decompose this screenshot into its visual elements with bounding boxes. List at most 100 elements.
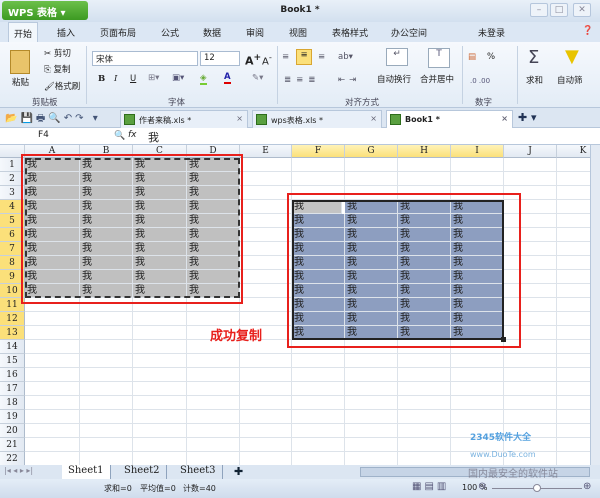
align-middle-icon[interactable]: ≡ [296, 49, 312, 65]
cell-E22[interactable] [240, 452, 292, 465]
cell-B20[interactable] [80, 424, 133, 438]
paste-icon[interactable] [10, 50, 30, 74]
cell-B19[interactable] [80, 410, 133, 424]
cell-C21[interactable] [133, 438, 187, 452]
cell-I19[interactable] [451, 410, 504, 424]
cell-B15[interactable] [80, 354, 133, 368]
cell-E18[interactable] [240, 396, 292, 410]
cell-I16[interactable] [451, 368, 504, 382]
tab-office-space[interactable]: 办公空间 [391, 26, 427, 39]
zoom-in-button[interactable]: ⊕ [583, 481, 591, 492]
help-icon[interactable]: ❓ [582, 26, 593, 36]
cell-H20[interactable] [398, 424, 451, 438]
close-button[interactable]: ✕ [573, 3, 591, 17]
cell-J2[interactable] [504, 172, 557, 186]
sheet-nav-arrows[interactable]: |◂ ◂ ▸ ▸| [4, 466, 33, 475]
cell-A16[interactable] [25, 368, 80, 382]
clear-format-icon[interactable]: ✎▾ [252, 73, 263, 83]
cell-A22[interactable] [25, 452, 80, 465]
copy-button[interactable]: ⎘ 复制 [44, 63, 71, 75]
cell-F22[interactable] [292, 452, 345, 465]
cell-H2[interactable] [398, 172, 451, 186]
font-color-icon[interactable]: A [224, 72, 231, 84]
row-header-15[interactable]: 15 [0, 354, 25, 368]
cell-C14[interactable] [133, 340, 187, 354]
cell-C17[interactable] [133, 382, 187, 396]
cell-G1[interactable] [345, 158, 398, 172]
name-box[interactable]: F4 [2, 130, 122, 143]
column-header-g[interactable]: G [345, 145, 398, 158]
cell-A20[interactable] [25, 424, 80, 438]
add-sheet-button[interactable]: ✚ [234, 465, 243, 478]
cell-E12[interactable] [240, 312, 292, 326]
cell-J19[interactable] [504, 410, 557, 424]
cell-C22[interactable] [133, 452, 187, 465]
cell-H19[interactable] [398, 410, 451, 424]
cell-F18[interactable] [292, 396, 345, 410]
sheet-tab-sheet1[interactable]: Sheet1 [62, 465, 111, 479]
row-header-21[interactable]: 21 [0, 438, 25, 452]
paste-button[interactable]: 粘贴 [12, 76, 29, 88]
percent-button[interactable]: % [487, 52, 495, 62]
cell-E17[interactable] [240, 382, 292, 396]
cell-D22[interactable] [187, 452, 240, 465]
close-tab-icon[interactable]: × [236, 114, 243, 123]
sum-button[interactable]: 求和 [526, 74, 543, 86]
row-header-14[interactable]: 14 [0, 340, 25, 354]
cell-B21[interactable] [80, 438, 133, 452]
minimize-button[interactable]: – [530, 3, 548, 17]
zoom-formula-icon[interactable]: 🔍 [114, 131, 125, 141]
indent-icons[interactable]: ⇤⇥ [338, 75, 360, 85]
cut-button[interactable]: ✂ 剪切 [44, 47, 71, 59]
cell-I17[interactable] [451, 382, 504, 396]
decimal-icons[interactable]: .0 .00 [470, 77, 490, 85]
cell-E2[interactable] [240, 172, 292, 186]
row-header-20[interactable]: 20 [0, 424, 25, 438]
tab-view[interactable]: 视图 [289, 26, 307, 39]
cell-C12[interactable] [133, 312, 187, 326]
cell-G18[interactable] [345, 396, 398, 410]
sheet-tab-sheet2[interactable]: Sheet2 [118, 465, 167, 479]
cell-G20[interactable] [345, 424, 398, 438]
border-icon[interactable]: ⊞▾ [148, 73, 159, 83]
format-painter-button[interactable]: 🖌格式刷 [44, 80, 80, 92]
cell-F1[interactable] [292, 158, 345, 172]
cell-C19[interactable] [133, 410, 187, 424]
column-header-j[interactable]: J [504, 145, 557, 158]
fill-style-icon[interactable]: ▣▾ [172, 73, 184, 83]
doc-tab-active[interactable]: Book1 * × [386, 110, 513, 128]
login-link[interactable]: 未登录 [478, 26, 505, 39]
font-name-select[interactable]: 宋体 [92, 51, 198, 66]
cell-E3[interactable] [240, 186, 292, 200]
cell-D12[interactable] [187, 312, 240, 326]
quick-access-toolbar[interactable]: 📂💾🖶🔍↶↷ ▾ [5, 111, 101, 128]
cell-A15[interactable] [25, 354, 80, 368]
cell-A12[interactable] [25, 312, 80, 326]
function-icon[interactable]: fx [128, 130, 137, 140]
sheet-tab-sheet3[interactable]: Sheet3 [174, 465, 223, 479]
fill-color-icon[interactable]: ◈ [200, 73, 207, 85]
column-header-e[interactable]: E [240, 145, 292, 158]
cell-F15[interactable] [292, 354, 345, 368]
cell-B13[interactable] [80, 326, 133, 340]
cell-A17[interactable] [25, 382, 80, 396]
align-bottom-icon[interactable]: ≡ [318, 52, 325, 62]
cell-H21[interactable] [398, 438, 451, 452]
doc-tab[interactable]: wps表格.xls * × [252, 110, 382, 128]
cell-B17[interactable] [80, 382, 133, 396]
cell-G19[interactable] [345, 410, 398, 424]
tab-insert[interactable]: 插入 [57, 26, 75, 39]
cell-H17[interactable] [398, 382, 451, 396]
cell-H1[interactable] [398, 158, 451, 172]
close-tab-icon[interactable]: × [501, 114, 508, 123]
cell-C13[interactable] [133, 326, 187, 340]
cell-E8[interactable] [240, 256, 292, 270]
cell-F17[interactable] [292, 382, 345, 396]
cell-F2[interactable] [292, 172, 345, 186]
cell-E6[interactable] [240, 228, 292, 242]
cell-A18[interactable] [25, 396, 80, 410]
cell-G21[interactable] [345, 438, 398, 452]
horizontal-align-icons[interactable]: ≣≡≣ [284, 75, 320, 85]
cell-B18[interactable] [80, 396, 133, 410]
row-header-12[interactable]: 12 [0, 312, 25, 326]
